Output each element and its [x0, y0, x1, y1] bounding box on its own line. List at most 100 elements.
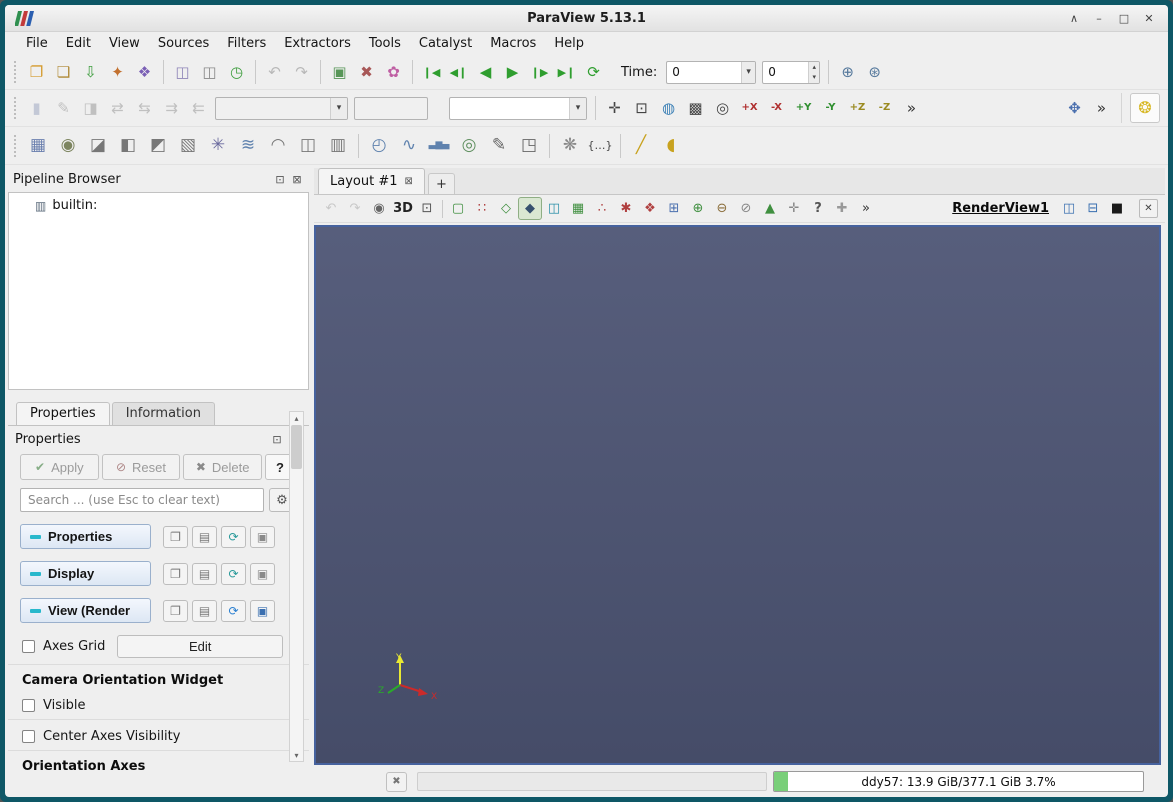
interactive-select-points-icon[interactable]: ✱ — [614, 197, 638, 220]
plot-selection-icon[interactable]: ✎ — [484, 131, 514, 161]
adjust-camera-icon[interactable]: ✥ — [1061, 95, 1088, 122]
delete-button[interactable]: ✖ Delete — [183, 454, 263, 480]
clear-selection-icon[interactable]: ⊘ — [734, 197, 758, 220]
save-data-icon[interactable]: ⇩ — [77, 59, 104, 86]
plot-over-line-icon[interactable]: ∿ — [394, 131, 424, 161]
component-combo[interactable] — [354, 96, 428, 120]
contour-icon[interactable]: ◉ — [53, 131, 83, 161]
restore-view-defaults-icon[interactable]: ⟳ — [221, 599, 246, 622]
undock-panel-icon[interactable]: ⊡ — [270, 432, 284, 446]
camera-widget-overflow-chevron[interactable]: » — [1088, 95, 1115, 122]
scrollbar-thumb[interactable] — [291, 425, 302, 469]
shade-window-button[interactable]: ∧ — [1065, 9, 1083, 27]
pipeline-browser-list[interactable]: ▥ builtin: — [8, 192, 309, 390]
pipeline-item-builtin[interactable]: ▥ builtin: — [9, 193, 308, 213]
spin-up-icon[interactable]: ▴ — [809, 62, 819, 73]
undock-panel-icon[interactable]: ⊡ — [273, 172, 287, 186]
paste-view-icon[interactable]: ▤ — [192, 599, 217, 622]
axes-grid-edit-button[interactable]: Edit — [117, 635, 283, 658]
first-frame-button[interactable]: ❙◀ — [418, 59, 445, 86]
chevron-down-icon[interactable]: ▾ — [569, 97, 586, 119]
section-view-button[interactable]: View (Render — [20, 598, 151, 623]
zoom-to-box-icon[interactable]: ▩ — [682, 95, 709, 122]
warp-by-vector-icon[interactable]: ◠ — [263, 131, 293, 161]
reset-camera-closest-icon[interactable]: ◎ — [709, 95, 736, 122]
restore-defaults-icon[interactable]: ⟳ — [221, 525, 246, 548]
probe-location-icon[interactable]: ◎ — [454, 131, 484, 161]
histogram-icon[interactable]: ▃▆▄ — [424, 131, 454, 161]
stream-tracer-icon[interactable]: ≋ — [233, 131, 263, 161]
add-text-annotation-icon[interactable]: ✚ — [830, 197, 854, 220]
slice-icon[interactable]: ◧ — [113, 131, 143, 161]
light-kit-icon[interactable]: ❂ — [1130, 93, 1160, 123]
group-datasets-icon[interactable]: ◫ — [293, 131, 323, 161]
selection-help-icon[interactable]: ? — [806, 197, 830, 220]
scroll-up-icon[interactable]: ▴ — [290, 412, 303, 424]
rubber-band-rotate-icon[interactable]: ◍ — [655, 95, 682, 122]
toggle-2d-3d-button[interactable]: 3D — [391, 197, 415, 220]
hover-points-icon[interactable]: ❖ — [638, 197, 662, 220]
chevron-down-icon[interactable]: ▾ — [741, 61, 756, 83]
minimize-window-button[interactable]: – — [1090, 9, 1108, 27]
time-value-input[interactable] — [667, 65, 742, 79]
apply-button[interactable]: ✔ Apply — [20, 454, 99, 480]
save-animation-icon[interactable]: ❖ — [131, 59, 158, 86]
protractor-icon[interactable]: ◖ — [656, 131, 686, 161]
previous-frame-button[interactable]: ◀❙ — [445, 59, 472, 86]
toggle-color-legend-icon[interactable]: ▮ — [23, 95, 50, 122]
select-block-icon[interactable]: ◫ — [542, 197, 566, 220]
shrink-selection-icon[interactable]: ⊖ — [710, 197, 734, 220]
rescale-custom-range-icon[interactable]: ⇆ — [131, 95, 158, 122]
capture-view-icon[interactable]: ◉ — [367, 197, 391, 220]
glyph-filter-icon[interactable]: ✳ — [203, 131, 233, 161]
copy-display-icon[interactable]: ❐ — [163, 562, 188, 585]
rescale-to-data-icon[interactable]: ⇄ — [104, 95, 131, 122]
play-button[interactable]: ▶ — [499, 59, 526, 86]
load-state-icon[interactable]: ▣ — [326, 59, 353, 86]
color-by-array-combo[interactable]: ▾ — [215, 96, 348, 120]
tab-information[interactable]: Information — [111, 402, 215, 425]
camera-redo-icon[interactable]: ↷ — [343, 197, 367, 220]
visible-checkbox[interactable] — [22, 699, 35, 712]
zoom-to-data-icon[interactable]: ⊛ — [861, 59, 888, 86]
properties-scrollbar[interactable]: ▴ ▾ — [289, 411, 304, 762]
separate-color-map-icon[interactable]: ◨ — [77, 95, 104, 122]
time-value-combo[interactable]: ▾ — [666, 60, 757, 84]
center-axes-checkbox[interactable] — [22, 730, 35, 743]
camera-overflow-chevron[interactable]: » — [898, 95, 925, 122]
menu-macros[interactable]: Macros — [481, 34, 545, 53]
play-backward-button[interactable]: ◀ — [472, 59, 499, 86]
close-window-button[interactable]: ✕ — [1140, 9, 1158, 27]
extract-subset-icon[interactable]: ▧ — [173, 131, 203, 161]
abort-progress-button[interactable]: ✖ — [386, 771, 407, 792]
render-overflow-chevron[interactable]: » — [854, 197, 878, 220]
select-points-polygon-icon[interactable]: ◆ — [518, 197, 542, 220]
axes-grid-checkbox[interactable] — [22, 640, 35, 653]
frame-spinbox[interactable]: ▴ ▾ — [762, 60, 821, 84]
new-layout-tab-button[interactable]: + — [427, 173, 455, 194]
menu-filters[interactable]: Filters — [218, 34, 275, 53]
select-cells-rect-icon[interactable]: ▢ — [446, 197, 470, 220]
split-horizontal-icon[interactable]: ◫ — [1058, 198, 1080, 219]
render-viewport[interactable]: Y X Z — [314, 225, 1161, 765]
threshold-icon[interactable]: ◩ — [143, 131, 173, 161]
restore-display-defaults-icon[interactable]: ⟳ — [221, 562, 246, 585]
spin-down-icon[interactable]: ▾ — [809, 72, 819, 83]
rescale-visible-icon[interactable]: ⇇ — [185, 95, 212, 122]
edit-color-map-icon[interactable]: ✎ — [50, 95, 77, 122]
set-view-plus-y-button[interactable]: +Y — [790, 95, 817, 122]
ruler-icon[interactable]: ╱ — [626, 131, 656, 161]
set-view-plus-z-button[interactable]: +Z — [844, 95, 871, 122]
layout-tab[interactable]: Layout #1 ⊠ — [318, 168, 425, 194]
zoom-box-icon[interactable]: ⊡ — [415, 197, 439, 220]
save-state-icon[interactable]: ❏ — [50, 59, 77, 86]
extract-selection-icon[interactable]: ◳ — [514, 131, 544, 161]
loop-button[interactable]: ⟳ — [580, 59, 607, 86]
maximize-view-icon[interactable]: ■ — [1106, 198, 1128, 219]
hover-cells-icon[interactable]: ⊞ — [662, 197, 686, 220]
clip-icon[interactable]: ◪ — [83, 131, 113, 161]
scroll-down-icon[interactable]: ▾ — [290, 749, 303, 761]
copy-properties-icon[interactable]: ❐ — [163, 525, 188, 548]
menu-help[interactable]: Help — [545, 34, 593, 53]
tooltip-selection-icon[interactable]: ▲ — [758, 197, 782, 220]
